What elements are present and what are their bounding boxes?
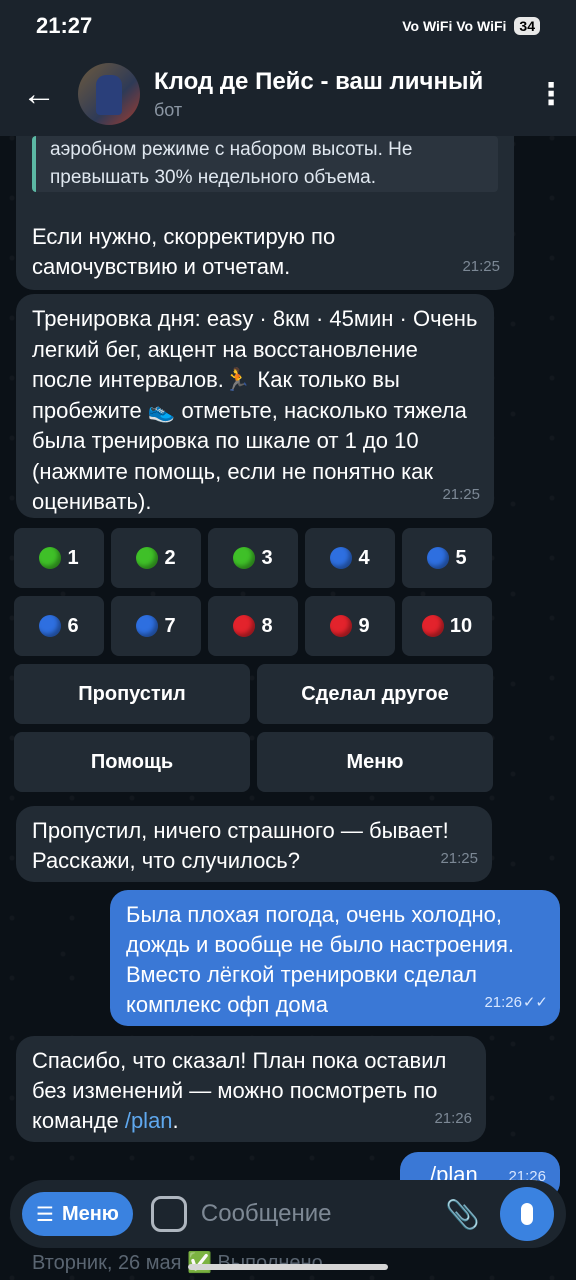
green-circle-icon	[39, 547, 62, 569]
back-arrow-icon[interactable]: ←	[0, 75, 78, 114]
did-other-button[interactable]: Сделал другое	[257, 664, 493, 724]
blue-circle-icon	[39, 615, 62, 637]
message-time: 21:26	[434, 1110, 472, 1127]
red-circle-icon	[330, 615, 353, 637]
plan-command-link[interactable]: /plan	[125, 1108, 173, 1133]
chat-title-block[interactable]: Клод де Пейс - ваш личный бот	[154, 68, 526, 121]
battery-icon: 34	[514, 17, 540, 35]
green-circle-icon	[136, 547, 159, 569]
message-time: 21:25	[442, 485, 480, 503]
status-time: 21:27	[36, 13, 93, 38]
status-indicators: Vo WiFi Vo WiFi 34	[402, 17, 540, 35]
below-input-preview: Вторник, 26 мая ✅ Выполнено	[32, 1252, 323, 1274]
rating-button-5[interactable]: 5	[402, 528, 492, 588]
rating-button-3[interactable]: 3	[208, 528, 298, 588]
rating-button-1[interactable]: 1	[14, 528, 104, 588]
message-text: Была плохая погода, очень холодно, дождь…	[126, 902, 515, 1017]
more-options-icon[interactable]: ⋮	[526, 77, 576, 112]
microphone-icon	[521, 1203, 533, 1225]
sticker-icon[interactable]	[150, 1196, 187, 1232]
red-circle-icon	[421, 615, 444, 637]
message-text: Спасибо, что сказал! План пока оставил б…	[32, 1048, 447, 1133]
chat-header: ← Клод де Пейс - ваш личный бот ⋮	[0, 52, 576, 136]
rating-button-8[interactable]: 8	[208, 596, 298, 656]
message-bubble: Тренировка дня: easy · 8км · 45мин · Оче…	[16, 294, 494, 518]
rating-button-6[interactable]: 6	[14, 596, 104, 656]
message-time: 21:26	[484, 994, 522, 1011]
green-circle-icon	[233, 547, 256, 569]
avatar[interactable]	[78, 63, 140, 125]
message-text: Если нужно, скорректирую по самочувствию…	[32, 224, 336, 279]
hamburger-icon: ☰	[36, 1203, 54, 1226]
blue-circle-icon	[427, 547, 450, 569]
double-check-icon: ✓✓	[522, 994, 548, 1011]
message-bubble: Спасибо, что сказал! План пока оставил б…	[16, 1036, 486, 1142]
microphone-button[interactable]	[500, 1187, 554, 1241]
blue-circle-icon	[136, 615, 159, 637]
outgoing-message-bubble: Была плохая погода, очень холодно, дождь…	[110, 890, 560, 1026]
red-circle-icon	[233, 615, 256, 637]
rating-button-9[interactable]: 9	[305, 596, 395, 656]
message-text: Пропустил, ничего страшного — бывает! Ра…	[32, 818, 449, 873]
rating-button-4[interactable]: 4	[305, 528, 395, 588]
blue-circle-icon	[330, 547, 353, 569]
rating-button-2[interactable]: 2	[111, 528, 201, 588]
attach-icon[interactable]: 📎	[445, 1198, 480, 1231]
help-button[interactable]: Помощь	[14, 732, 250, 792]
rating-button-10[interactable]: 10	[402, 596, 492, 656]
bot-menu-label: Меню	[61, 1202, 119, 1225]
rating-button-7[interactable]: 7	[111, 596, 201, 656]
network-indicators: Vo WiFi Vo WiFi	[402, 18, 507, 34]
skipped-button[interactable]: Пропустил	[14, 664, 250, 724]
message-quote: аэробном режиме с набором высоты. Не пре…	[32, 136, 498, 192]
home-indicator[interactable]	[188, 1264, 388, 1270]
message-bubble: Пропустил, ничего страшного — бывает! Ра…	[16, 806, 492, 882]
runner-icon: 🏃	[223, 367, 252, 392]
message-input[interactable]: Сообщение	[201, 1200, 445, 1228]
message-input-bar: ☰ Меню Сообщение 📎	[10, 1180, 566, 1248]
status-bar: 21:27 Vo WiFi Vo WiFi 34	[0, 0, 576, 52]
bot-menu-button[interactable]: ☰ Меню	[22, 1192, 133, 1236]
message-time: 21:25	[440, 850, 478, 867]
message-time: 21:25	[462, 258, 500, 275]
chat-subtitle: бот	[154, 99, 183, 120]
menu-button[interactable]: Меню	[257, 732, 493, 792]
message-bubble: аэробном режиме с набором высоты. Не пре…	[16, 110, 514, 290]
message-text: Тренировка дня: easy · 8км · 45мин · Оче…	[32, 306, 478, 392]
chat-title: Клод де Пейс - ваш личный	[154, 67, 484, 95]
shoe-icon: 👟	[147, 397, 176, 423]
